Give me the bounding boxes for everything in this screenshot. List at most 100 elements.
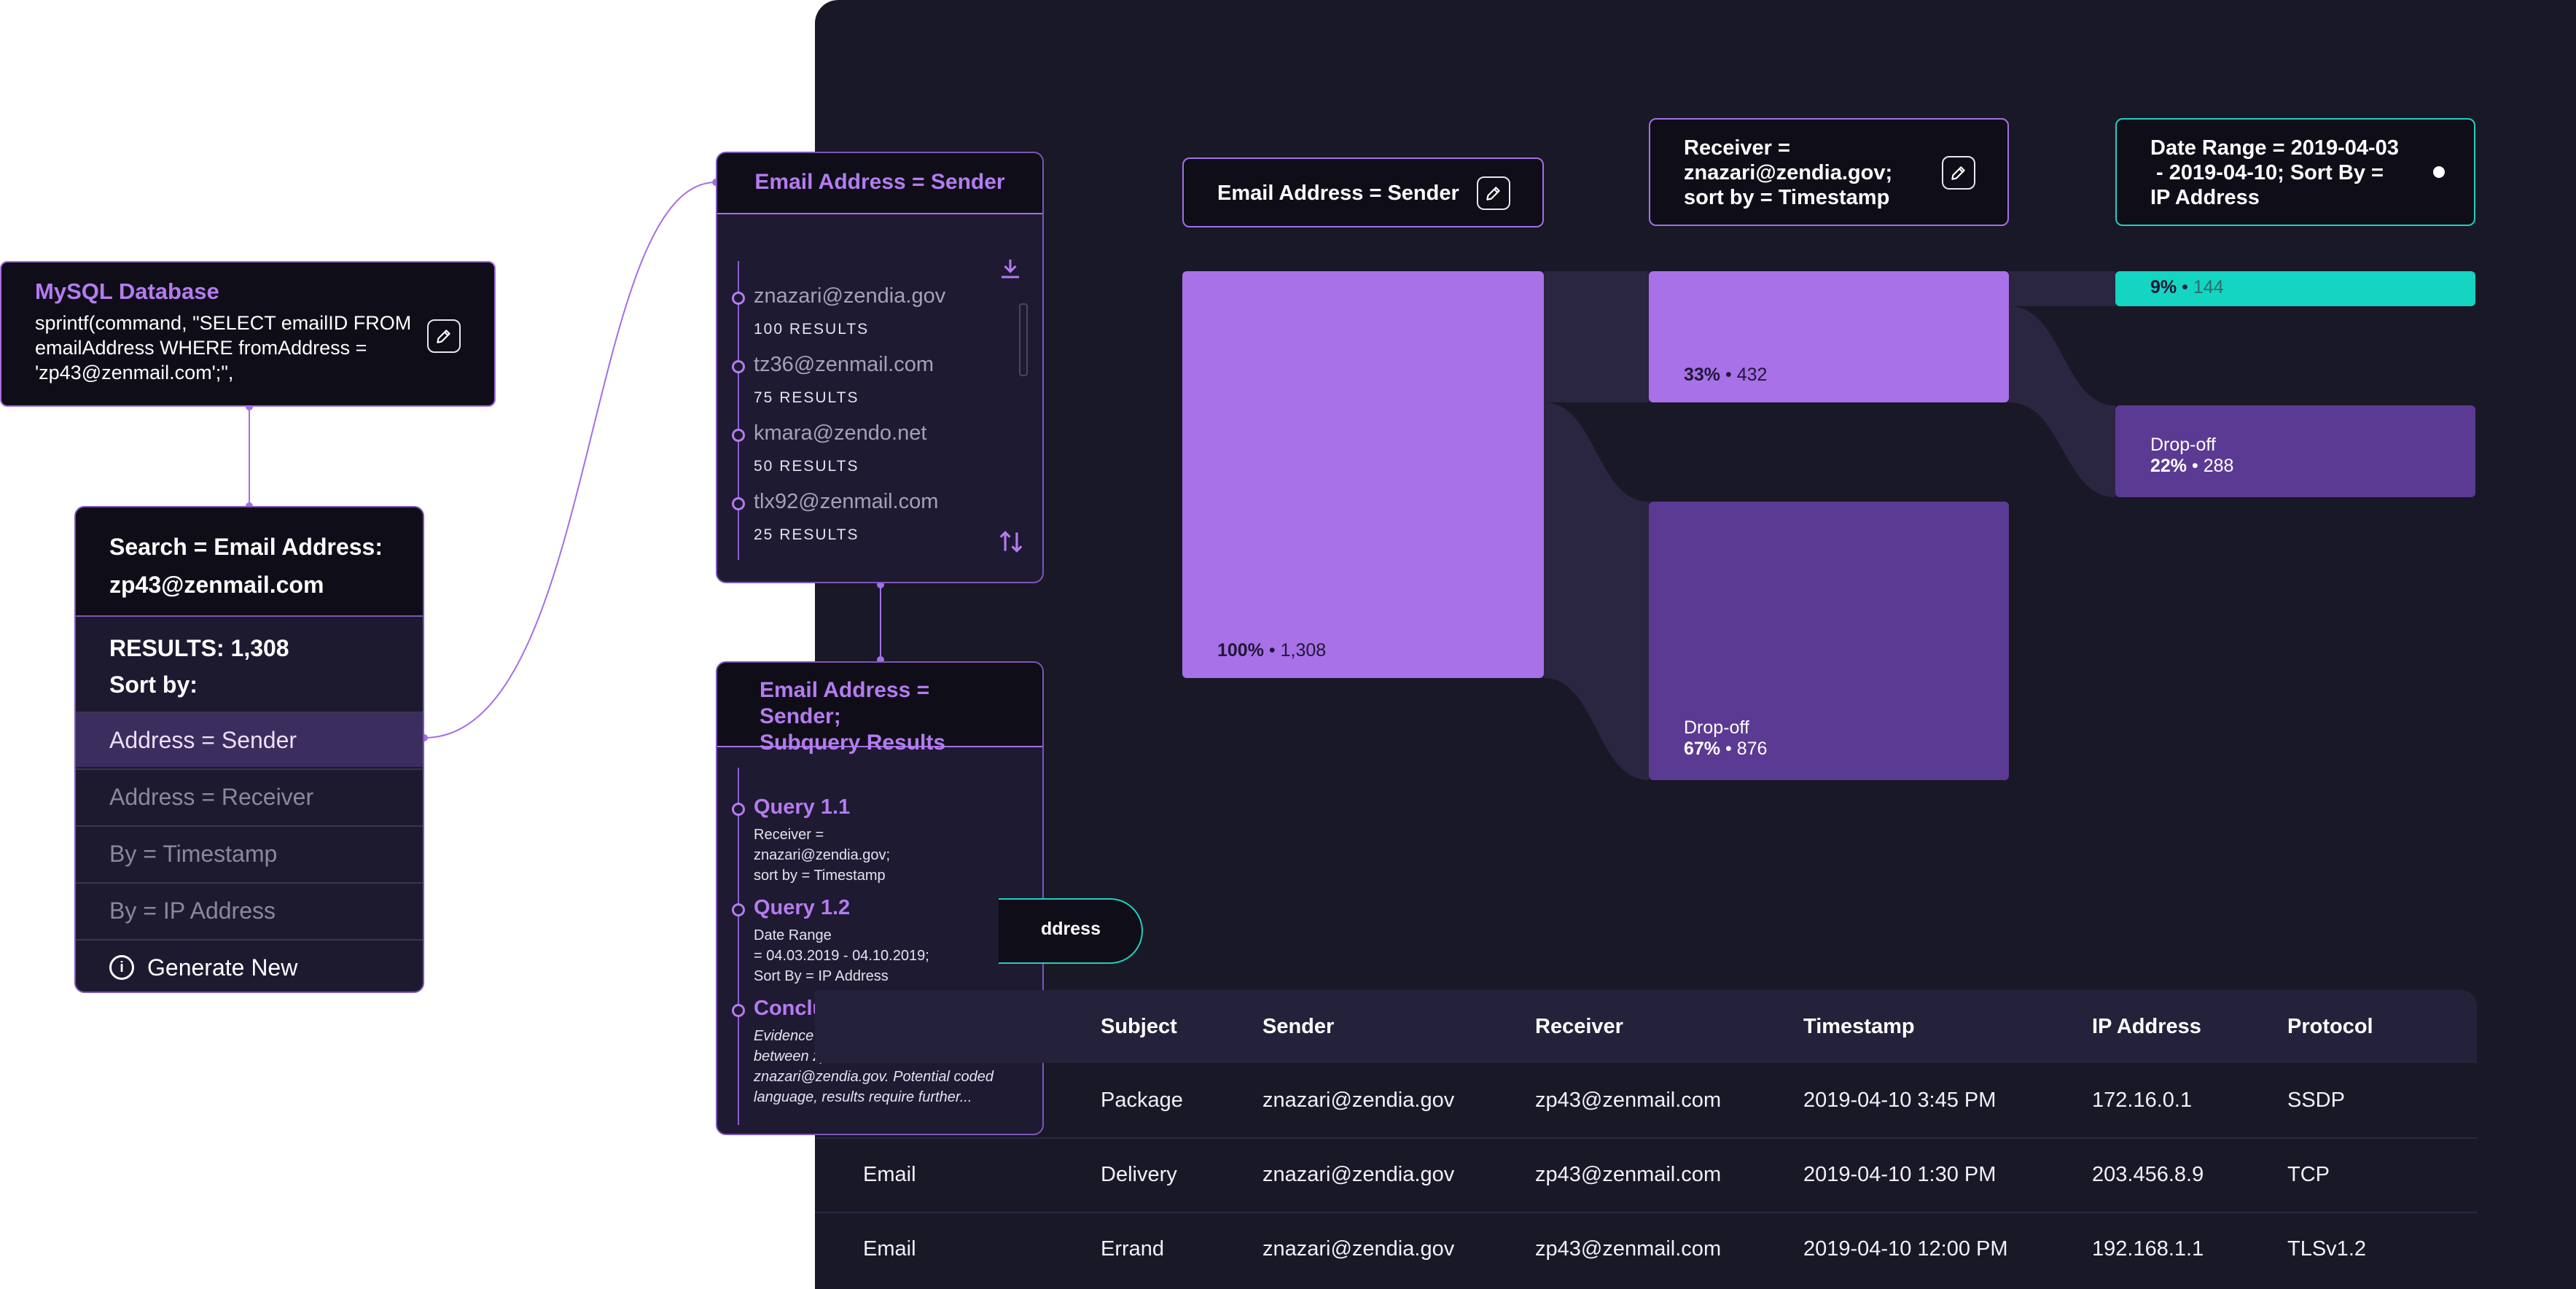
column-header-ip-address[interactable]: IP Address <box>2092 990 2201 1063</box>
search-value: zp43@zenmail.com <box>109 572 324 598</box>
cell-timestamp: 2019-04-10 1:30 PM <box>1803 1163 1997 1186</box>
subquery-title-line2: Subquery Results <box>760 731 946 755</box>
cell-subject: Package <box>1101 1089 1183 1112</box>
dropoff-label: Drop-off <box>2150 435 2216 455</box>
email-address-item[interactable]: tlx92@zenmail.com <box>754 490 938 514</box>
cell-sender: znazari@zendia.gov <box>1262 1089 1455 1112</box>
table-header-row: Subject Sender Receiver Timestamp IP Add… <box>815 990 2477 1063</box>
email-result-count: 75 RESULTS <box>754 389 859 406</box>
results-summary: RESULTS: 1,308 Sort by: <box>109 630 289 703</box>
email-address-item[interactable]: znazari@zendia.gov <box>754 284 945 308</box>
email-address-item[interactable]: tz36@zenmail.com <box>754 353 934 377</box>
generate-new-button[interactable]: i Generate New <box>76 939 423 992</box>
subquery-title-line1: Email Address = Sender; <box>760 678 930 728</box>
download-icon[interactable] <box>997 255 1023 281</box>
sort-arrows-icon[interactable] <box>997 528 1025 556</box>
pill-label: ddress <box>1041 919 1101 939</box>
edit-icon[interactable] <box>1477 176 1510 210</box>
cell-ip: 203.456.8.9 <box>2092 1163 2204 1186</box>
results-count: RESULTS: 1,308 <box>109 635 289 661</box>
cell-ip: 192.168.1.1 <box>2092 1237 2204 1261</box>
cell-timestamp: 2019-04-10 12:00 PM <box>1803 1237 2008 1261</box>
scrollbar[interactable] <box>1019 303 1028 376</box>
filter-line: - 2019-04-10; Sort By = <box>2150 161 2384 184</box>
cell-timestamp: 2019-04-10 3:45 PM <box>1803 1089 1997 1112</box>
cell-receiver: zp43@zenmail.com <box>1535 1163 1722 1186</box>
filter-line: znazari@zendia.gov; <box>1684 161 1893 184</box>
search-card: Search = Email Address: zp43@zenmail.com… <box>74 506 424 993</box>
query-1-1-body: Receiver = znazari@zendia.gov; sort by =… <box>754 825 1031 886</box>
email-sender-card: Email Address = Sender znazari@zendia.go… <box>716 152 1044 583</box>
query-1-2-body: Date Range = 04.03.2019 - 04.10.2019; So… <box>754 925 1031 986</box>
cell-type: Email <box>863 1163 916 1186</box>
query-1-1-title[interactable]: Query 1.1 <box>754 795 850 819</box>
email-result-count: 25 RESULTS <box>754 526 859 543</box>
filter-line: sort by = Timestamp <box>1684 186 1890 209</box>
timeline-dot <box>732 803 745 816</box>
search-title: Search = Email Address: <box>109 534 383 560</box>
timeline-dot <box>732 292 745 305</box>
cell-receiver: zp43@zenmail.com <box>1535 1237 1722 1261</box>
query-line: znazari@zendia.gov; <box>754 847 891 863</box>
sort-option-timestamp[interactable]: By = Timestamp <box>76 825 423 881</box>
column-header-receiver[interactable]: Receiver <box>1535 990 1623 1063</box>
table-row[interactable]: Package znazari@zendia.gov zp43@zenmail.… <box>815 1063 2477 1139</box>
cell-subject: Delivery <box>1101 1163 1177 1186</box>
email-card-title: Email Address = Sender <box>717 153 1042 214</box>
timeline-dot <box>732 903 745 916</box>
edit-icon[interactable] <box>1942 156 1975 190</box>
sort-option-ip-address[interactable]: By = IP Address <box>76 882 423 938</box>
results-table: Subject Sender Receiver Timestamp IP Add… <box>815 990 2477 1289</box>
cell-receiver: zp43@zenmail.com <box>1535 1089 1722 1112</box>
sort-option-address-sender[interactable]: Address = Sender <box>76 712 423 767</box>
column-header-protocol[interactable]: Protocol <box>2287 990 2373 1063</box>
filter-line: IP Address <box>2150 186 2260 209</box>
column-header-sender[interactable]: Sender <box>1262 990 1334 1063</box>
column-header-timestamp[interactable]: Timestamp <box>1803 990 1915 1063</box>
email-result-count: 50 RESULTS <box>754 458 859 475</box>
filter-line: Date Range = 2019-04-03 <box>2150 136 2399 160</box>
table-row[interactable]: Email Errand znazari@zendia.gov zp43@zen… <box>815 1212 2477 1286</box>
cell-subject: Errand <box>1101 1237 1165 1261</box>
sort-option-address-receiver[interactable]: Address = Receiver <box>76 768 423 824</box>
cell-ip: 172.16.0.1 <box>2092 1089 2193 1112</box>
edit-icon[interactable] <box>427 319 461 353</box>
cell-protocol: TLSv1.2 <box>2287 1237 2366 1261</box>
node-label-9: 9% • 144 <box>2150 277 2224 297</box>
node-label-dropoff-67: Drop-off 67% • 876 <box>1684 717 1768 759</box>
query-line: = 04.03.2019 - 04.10.2019; <box>754 948 929 964</box>
filter-receiver[interactable]: Receiver = znazari@zendia.gov; sort by =… <box>1649 118 2009 226</box>
subquery-card-title: Email Address = Sender; Subquery Results <box>717 663 1042 755</box>
timeline-dot <box>732 360 745 373</box>
query-1-2-title[interactable]: Query 1.2 <box>754 896 850 920</box>
mysql-title: MySQL Database <box>35 279 219 304</box>
generate-new-label: Generate New <box>147 954 298 981</box>
node-label-dropoff-22: Drop-off 22% • 288 <box>2150 435 2234 476</box>
filter-email-sender[interactable]: Email Address = Sender <box>1182 157 1544 227</box>
email-address-item[interactable]: kmara@zendo.net <box>754 421 926 445</box>
cell-sender: znazari@zendia.gov <box>1262 1163 1455 1186</box>
dropoff-label: Drop-off <box>1684 717 1749 738</box>
filter-date-range[interactable]: Date Range = 2019-04-03 - 2019-04-10; So… <box>2115 118 2475 226</box>
filter-line: Receiver = <box>1684 136 1790 160</box>
query-line: Date Range <box>754 927 832 943</box>
mysql-database-card[interactable]: MySQL Database sprintf(command, "SELECT … <box>0 261 496 407</box>
timeline-dot <box>732 429 745 442</box>
cell-type: Email <box>863 1237 916 1261</box>
node-label-100: 100% • 1,308 <box>1217 640 1327 661</box>
info-icon: i <box>109 954 134 980</box>
cell-protocol: SSDP <box>2287 1089 2345 1112</box>
table-row[interactable]: Email Delivery znazari@zendia.gov zp43@z… <box>815 1137 2477 1213</box>
timeline-line <box>738 261 739 560</box>
status-dot <box>2433 166 2445 178</box>
cell-sender: znazari@zendia.gov <box>1262 1237 1455 1261</box>
ip-address-pill[interactable]: ddress <box>999 898 1143 964</box>
sort-label: Sort by: <box>109 671 198 698</box>
query-line: sort by = Timestamp <box>754 868 886 884</box>
query-line: Receiver = <box>754 827 824 843</box>
column-header-subject[interactable]: Subject <box>1101 990 1177 1063</box>
cell-protocol: TCP <box>2287 1163 2330 1186</box>
timeline-line <box>738 768 739 1125</box>
node-label-33: 33% • 432 <box>1684 365 1768 385</box>
filter-label: Email Address = Sender <box>1217 182 1459 205</box>
